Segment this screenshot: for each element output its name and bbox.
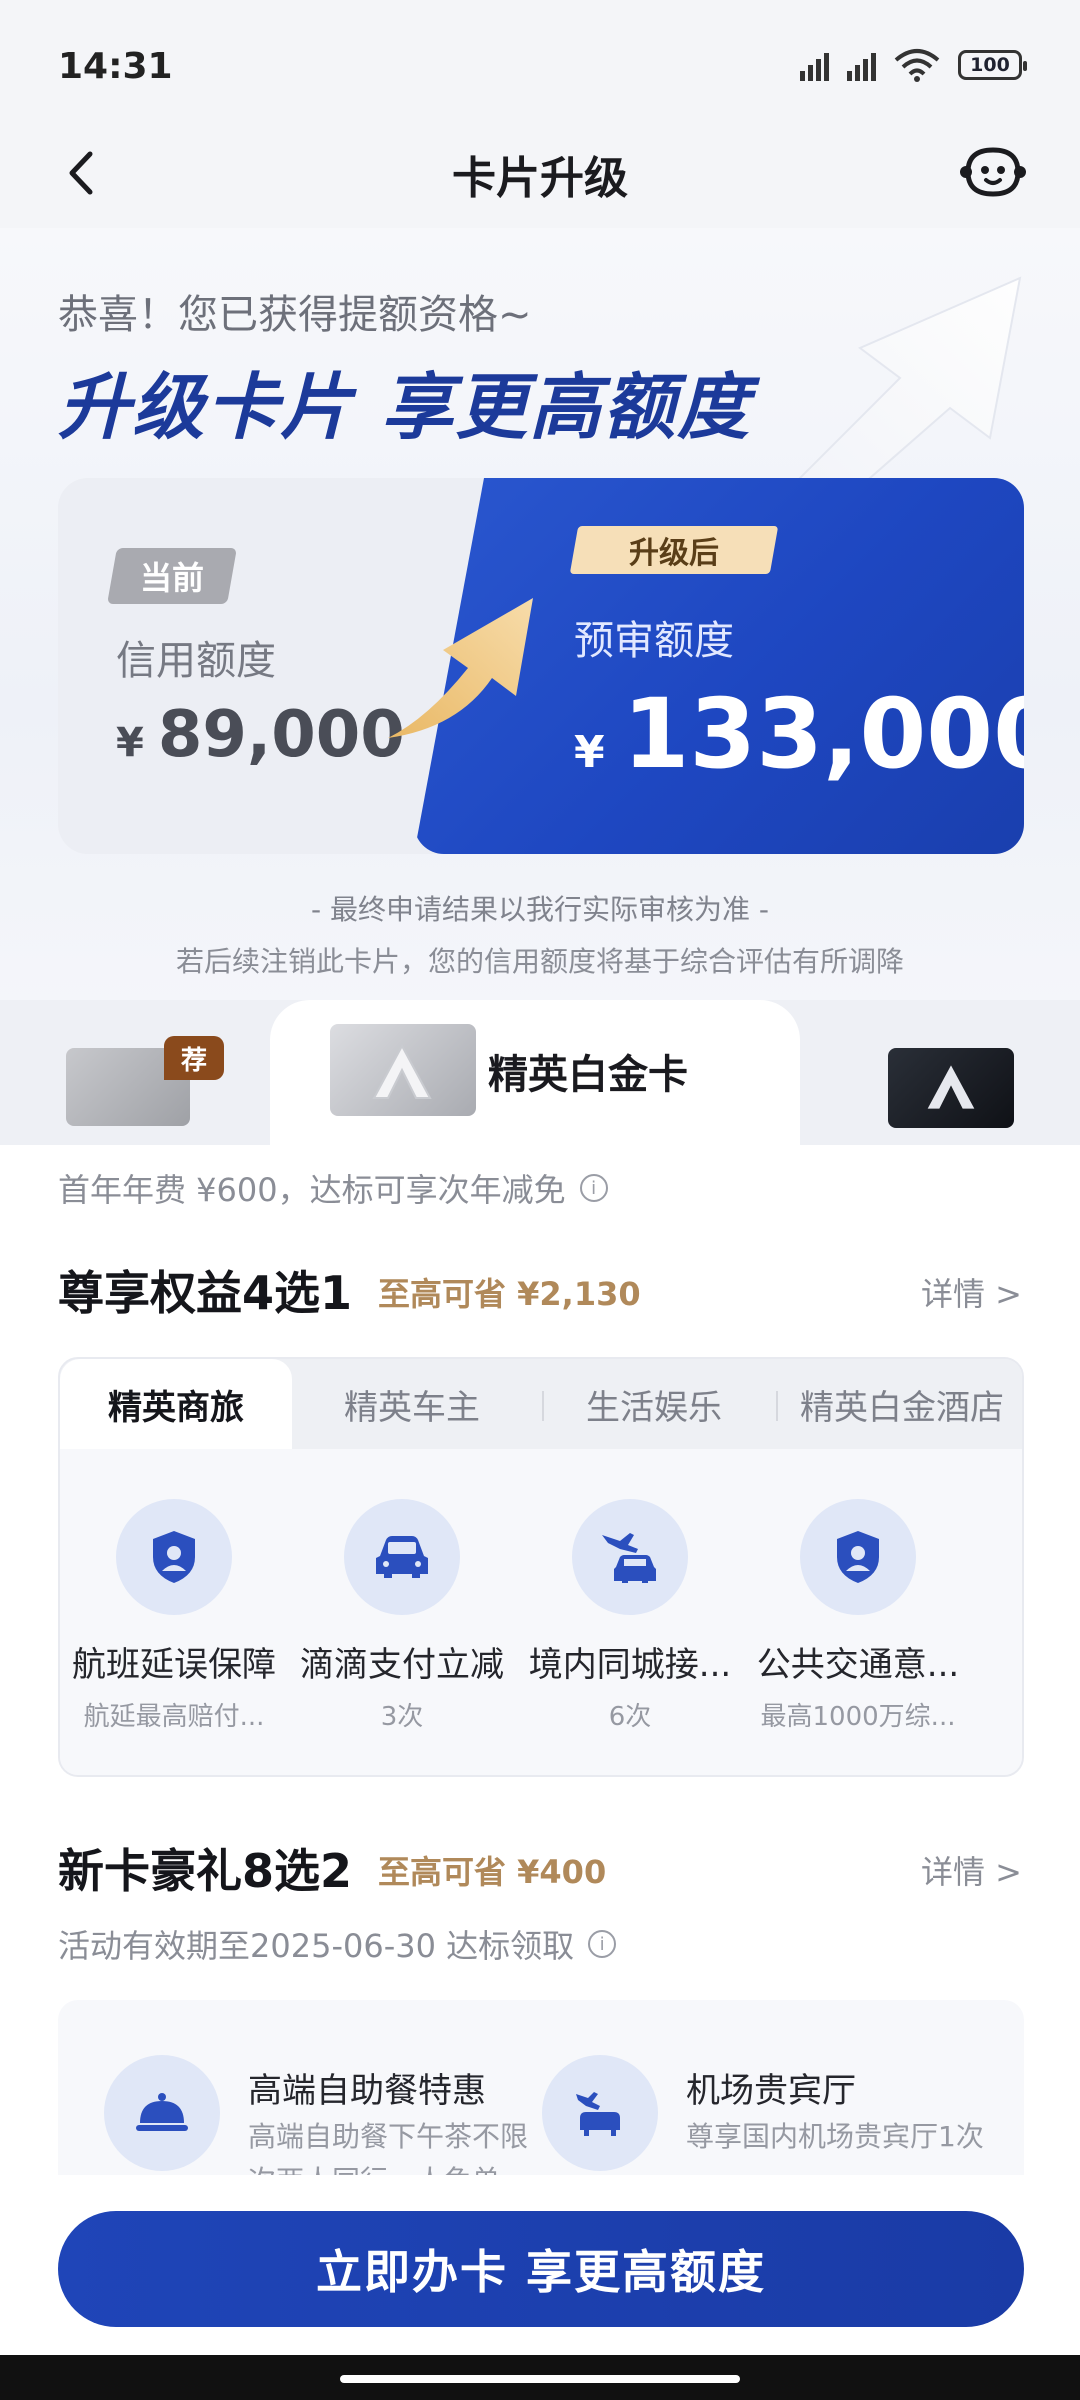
upgrade-limit-label: 预审额度 [574,618,734,664]
benefits-save: 至高可省 ¥2,130 [378,1275,641,1313]
status-bar: 14:31 100 [0,0,1080,135]
apply-card-button[interactable]: 立即办卡 享更高额度 [58,2211,1024,2327]
card-logo-icon [372,1044,432,1099]
benefit-name: 航班延误保障 [72,1645,276,1685]
review-note: - 最终申请结果以我行实际审核为准 - [310,893,769,926]
limit-comparison: 当前 信用额度 ¥89,000 升级后 预审额度 ¥133,000 [58,478,1024,854]
home-indicator[interactable] [340,2375,740,2383]
tab-lifestyle[interactable]: 生活娱乐 [544,1359,764,1449]
card-image [330,1024,476,1116]
card-option-right[interactable] [888,1048,1014,1128]
info-icon[interactable]: i [579,1174,608,1202]
gift-name: 机场贵宾厅 [686,2071,856,2111]
page-title: 卡片升级 [452,153,628,204]
benefit-name: 境内同城接... [528,1645,732,1685]
card-selector: 荐 精英白金卡 [0,1000,1080,1145]
tab-platinum-hotel[interactable]: 精英白金酒店 [778,1359,1022,1449]
annual-fee-line: 首年年费 ¥600，达标可享次年减免 i [58,1165,608,1211]
current-tag: 当前 [107,548,237,604]
benefit-item[interactable]: 境内同城接... 6次 [516,1499,744,1733]
battery-icon: 100 [958,50,1027,80]
gifts-title: 新卡豪礼8选2 [58,1844,353,1898]
info-icon[interactable]: i [588,1930,617,1958]
gesture-bar [0,2355,1080,2400]
benefits-details-link[interactable]: 详情 > [921,1269,1022,1315]
current-limit-amount: ¥89,000 [116,698,405,772]
cancel-note: 若后续注销此卡片，您的信用额度将基于综合评估有所调降 [175,945,904,978]
current-limit-label: 信用额度 [116,638,276,684]
gifts-note: 活动有效期至2025-06-30 达标领取 [58,1927,575,1965]
benefits-title: 尊享权益4选1 [58,1266,353,1320]
annual-fee-text: 首年年费 ¥600，达标可享次年减免 [58,1171,566,1209]
gifts-details-link[interactable]: 详情 > [921,1847,1022,1893]
selected-card-name: 精英白金卡 [488,1052,688,1098]
shield-person-icon [800,1499,916,1615]
benefit-item[interactable]: 航班延误保障 航延最高赔付... [60,1499,288,1733]
card-logo-icon [927,1065,975,1109]
benefit-desc: 6次 [608,1702,652,1732]
benefit-item[interactable]: 公共交通意... 最高1000万综... [744,1499,972,1733]
tab-business-travel[interactable]: 精英商旅 [60,1359,292,1449]
benefit-name: 滴滴支付立减 [300,1645,504,1685]
benefit-items: 航班延误保障 航延最高赔付... 滴滴支付立减 3次 境内同城接... 6次 公… [60,1449,1022,1775]
benefit-desc: 最高1000万综... [760,1702,956,1732]
gifts-note-line: 活动有效期至2025-06-30 达标领取 i [58,1921,617,1967]
cloche-icon [104,2055,220,2171]
shield-person-icon [116,1499,232,1615]
nav-bar: 卡片升级 [0,120,1080,230]
card-option-selected[interactable]: 精英白金卡 [270,1000,800,1145]
signal-icon [847,49,876,81]
hero-subtitle: 恭喜！您已获得提额资格~ [58,292,532,338]
tab-car-owner[interactable]: 精英车主 [292,1359,532,1449]
status-time: 14:31 [58,46,173,87]
car-icon [344,1499,460,1615]
gift-name: 高端自助餐特惠 [248,2071,486,2111]
benefit-name: 公共交通意... [756,1645,960,1685]
customer-service-icon[interactable] [958,142,1028,202]
gifts-save: 至高可省 ¥400 [378,1853,607,1891]
main-content: 首年年费 ¥600，达标可享次年减免 i 尊享权益4选1 至高可省 ¥2,130… [0,1145,1080,2185]
benefit-tabs: 精英商旅 精英车主 生活娱乐 精英白金酒店 [60,1359,1022,1449]
wifi-icon [894,49,940,82]
upgrade-tag: 升级后 [569,526,779,574]
lounge-chair-icon [542,2055,658,2171]
hero-title: 升级卡片 享更高额度 [58,365,752,449]
recommend-badge: 荐 [164,1036,224,1080]
benefit-desc: 航延最高赔付... [83,1702,265,1732]
status-icons: 100 [800,48,1027,82]
gifts-panel: 高端自助餐特惠 高端自助餐下午茶不限次两人同行一人免单 机场贵宾厅 尊享国内机场… [58,2000,1024,2185]
upgrade-hero: 恭喜！您已获得提额资格~ 升级卡片 享更高额度 当前 信用额度 ¥89,000 … [0,228,1080,1028]
benefit-item[interactable]: 滴滴支付立减 3次 [288,1499,516,1733]
benefit-desc: 3次 [380,1702,424,1732]
gold-arrow-icon [388,598,533,738]
gift-desc: 尊享国内机场贵宾厅1次 [686,2120,984,2153]
signal-icon [800,49,829,81]
benefits-panel: 精英商旅 精英车主 生活娱乐 精英白金酒店 航班延误保障 航延最高赔付... 滴… [58,1357,1024,1777]
bottom-action-bar: 立即办卡 享更高额度 [0,2175,1080,2355]
airport-car-icon [572,1499,688,1615]
upgrade-limit-amount: ¥133,000 [574,678,1060,790]
